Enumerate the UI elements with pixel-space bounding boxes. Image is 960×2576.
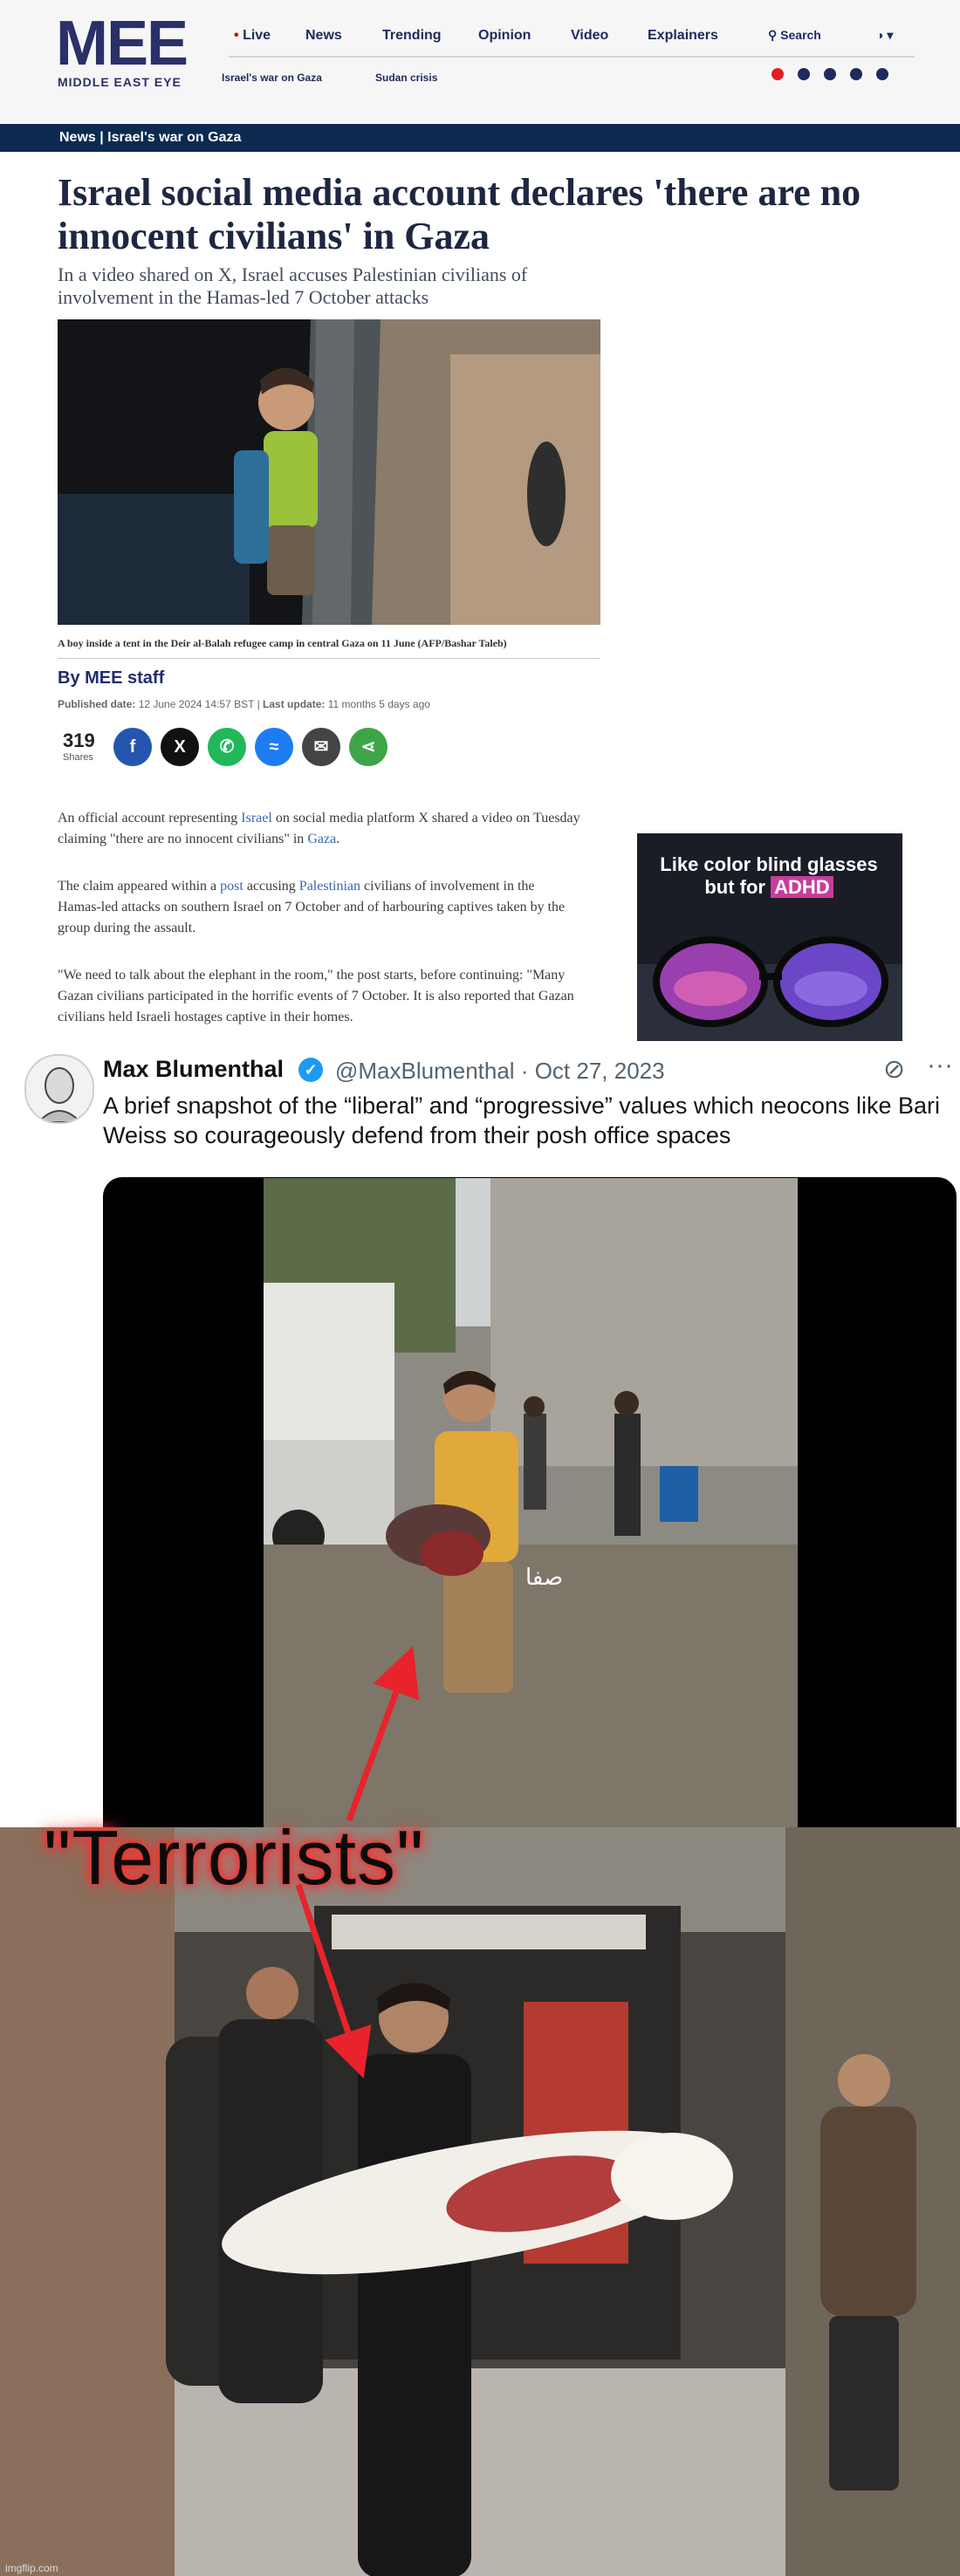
- hospital-corridor-photo: [0, 1827, 960, 2576]
- ad-line-2a: but for: [704, 876, 771, 898]
- link-palestinian[interactable]: Palestinian: [299, 879, 360, 894]
- tiktok-icon[interactable]: [876, 68, 888, 80]
- email-icon[interactable]: ✉: [302, 728, 340, 766]
- nav-trending[interactable]: Trending: [382, 28, 442, 44]
- video-watermark-logo: صفا: [525, 1565, 563, 1591]
- shares-count: 319: [63, 730, 95, 751]
- ad-line-2: but for ADHD: [651, 876, 887, 899]
- hero-photo-boy-in-tent: [58, 319, 600, 625]
- verified-badge-icon: ✓: [298, 1058, 323, 1082]
- caption-divider: [58, 658, 600, 659]
- link-israel[interactable]: Israel: [241, 811, 272, 826]
- imgflip-watermark: imgflip.com: [5, 2562, 58, 2574]
- nav-explainers[interactable]: Explainers: [648, 28, 718, 44]
- article-standfirst: In a video shared on X, Israel accuses P…: [58, 264, 528, 308]
- shares-label: Shares: [63, 752, 93, 763]
- x-icon[interactable]: X: [161, 728, 199, 766]
- byline[interactable]: By MEE staff: [58, 668, 164, 689]
- tweet-text: A brief snapshot of the “liberal” and “p…: [103, 1093, 940, 1148]
- ad-line-1: Like color blind glasses: [660, 853, 878, 875]
- messenger-icon[interactable]: ≈: [255, 728, 293, 766]
- nav-divider: [229, 56, 915, 58]
- tweet-handle-date[interactable]: @MaxBlumenthal · Oct 27, 2023: [335, 1058, 665, 1085]
- ad-text: Like color blind glasses but for ADHD: [651, 853, 887, 899]
- share-icon[interactable]: ⋖: [349, 728, 387, 766]
- search-icon: ⚲: [768, 28, 778, 42]
- grok-icon[interactable]: ⊘: [883, 1054, 905, 1085]
- more-icon[interactable]: ···: [927, 1051, 953, 1080]
- article-headline: Israel social media account declares 'th…: [58, 171, 861, 257]
- nav-news[interactable]: News: [305, 28, 342, 44]
- facebook-icon[interactable]: f: [113, 728, 152, 766]
- avatar-portrait-art: [26, 1056, 93, 1122]
- facebook-icon[interactable]: [850, 68, 862, 80]
- update-value: 11 months 5 days ago: [327, 698, 430, 710]
- nav-live[interactable]: • Live: [234, 28, 271, 44]
- nav-live-label: Live: [243, 28, 271, 43]
- subnav-sudan[interactable]: Sudan crisis: [375, 72, 437, 84]
- live-dot-icon: •: [234, 28, 239, 43]
- search-label: Search: [780, 28, 821, 42]
- hero-photo-art: [58, 319, 600, 625]
- subnav-gaza[interactable]: Israel's war on Gaza: [222, 72, 322, 84]
- language-toggle[interactable]: ◑ ▾: [876, 28, 893, 43]
- article-paragraph-2: The claim appeared within a post accusin…: [58, 876, 581, 939]
- p1-text-c: .: [336, 832, 340, 846]
- update-label: Last update:: [263, 698, 326, 710]
- link-gaza[interactable]: Gaza: [307, 832, 336, 846]
- tweet-author-name[interactable]: Max Blumenthal: [103, 1056, 284, 1083]
- instagram-icon[interactable]: [824, 68, 836, 80]
- video-still-art: صفا: [264, 1178, 798, 1827]
- breadcrumb[interactable]: News | Israel's war on Gaza: [59, 130, 241, 146]
- youtube-icon[interactable]: [771, 68, 784, 80]
- tweet-video-frame[interactable]: صفا: [264, 1178, 798, 1827]
- ad-highlight: ADHD: [771, 876, 833, 898]
- article-paragraph-1: An official account representing Israel …: [58, 808, 581, 850]
- meme-caption: "Terrorists": [44, 1814, 425, 1901]
- p1-text-a: An official account representing: [58, 811, 242, 826]
- mee-article-screenshot: MEE MIDDLE EAST EYE • Live News Trending…: [0, 0, 960, 1042]
- x-icon[interactable]: [798, 68, 810, 80]
- p2-text-a: The claim appeared within a: [58, 879, 221, 894]
- search-button[interactable]: ⚲ Search: [768, 28, 821, 43]
- link-post[interactable]: post: [220, 879, 243, 894]
- site-logo-subtitle: MIDDLE EAST EYE: [58, 75, 182, 89]
- publish-dates: Published date: 12 June 2024 14:57 BST |…: [58, 698, 430, 710]
- nav-opinion[interactable]: Opinion: [478, 28, 531, 44]
- site-logo[interactable]: MEE: [56, 10, 189, 77]
- whatsapp-icon[interactable]: ✆: [208, 728, 246, 766]
- article-paragraph-3: "We need to talk about the elephant in t…: [58, 968, 574, 1024]
- pubdate-label: Published date:: [58, 698, 136, 710]
- pubdate-value: 12 June 2024 14:57 BST: [138, 698, 255, 710]
- hero-caption: A boy inside a tent in the Deir al-Balah…: [58, 637, 507, 649]
- corridor-photo-art: [0, 1827, 960, 2576]
- p2-text-b: accusing: [243, 879, 299, 894]
- nav-video[interactable]: Video: [571, 28, 608, 44]
- avatar[interactable]: [24, 1054, 94, 1124]
